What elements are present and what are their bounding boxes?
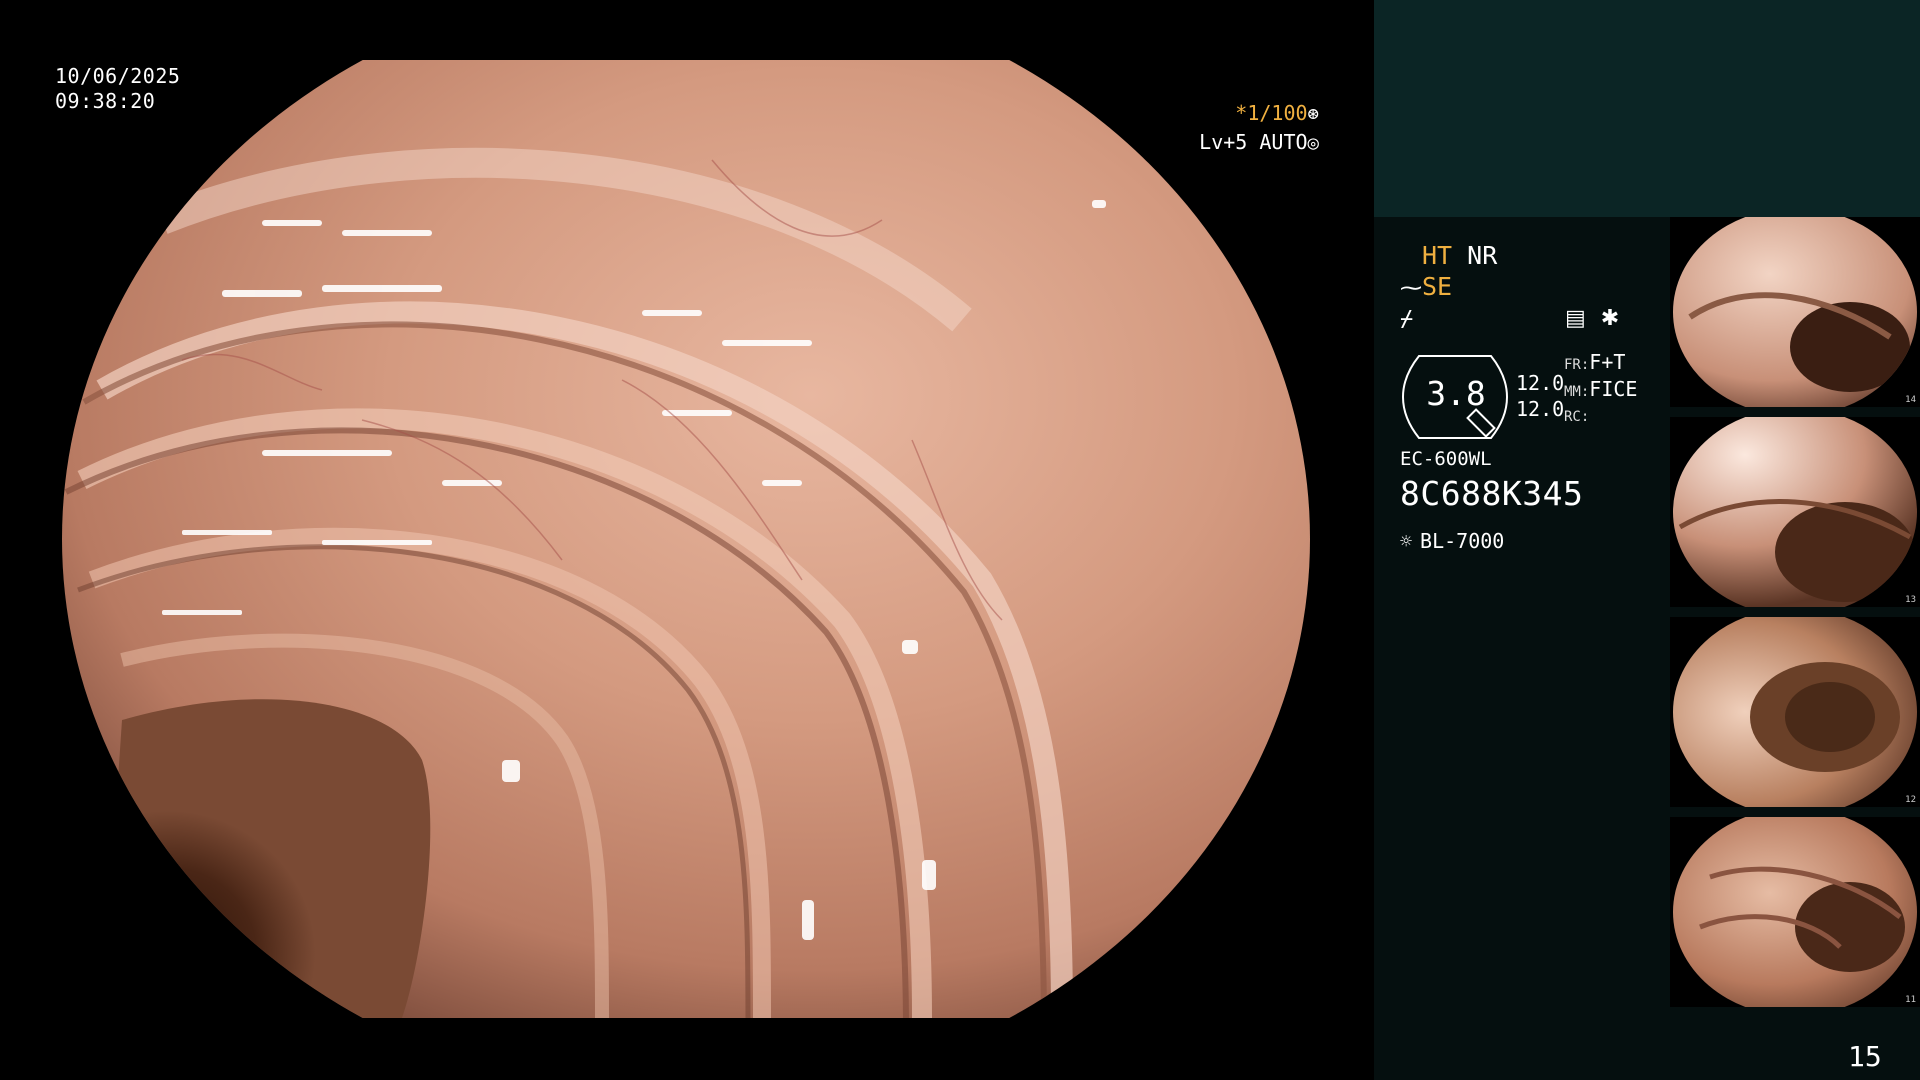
fr-label: FR: (1564, 357, 1590, 373)
light-source-icon: ☼ (1400, 529, 1413, 553)
capture-date: 10/06/2025 (55, 64, 181, 88)
mode-indicators: HT NR ⁓SE ⌿ (1400, 240, 1660, 333)
status-icons: ▤ ✱ (1565, 306, 1619, 331)
shutter-speed: *1/100 (1235, 101, 1308, 125)
gauge-top-value: 12.0 (1516, 371, 1565, 395)
scope-serial: 8C688K345 (1400, 474, 1584, 513)
mode-se: SE (1422, 272, 1453, 301)
thumbnail-index: 11 (1905, 995, 1916, 1005)
brightness-level: Lv+5 AUTO (1199, 130, 1308, 154)
mode-nr: NR (1467, 241, 1498, 270)
thumbnail-index: 13 (1905, 595, 1916, 605)
mm-label: MM: (1564, 384, 1590, 400)
mm-value: FICE (1589, 377, 1638, 401)
main-endoscope-view (62, 60, 1310, 1018)
datetime-overlay: 10/06/2025 09:38:20 (55, 64, 180, 114)
exposure-overlay: *1/100⊛ Lv+5 AUTO◎ (1199, 99, 1319, 157)
gauge-bottom-value: 12.0 (1516, 397, 1565, 421)
mode-ht: HT (1422, 241, 1453, 270)
thumbnail-1[interactable]: 14 (1670, 217, 1920, 407)
scope-model: EC-600WL (1400, 448, 1492, 470)
thumbnail-4[interactable]: 11 (1670, 817, 1920, 1007)
endoscopy-screen: 10/06/2025 09:38:20 *1/100⊛ Lv+5 AUTO◎ H… (0, 0, 1920, 1080)
freeze-icon: ⌿ (1400, 307, 1414, 332)
light-source: ☼ BL-7000 (1400, 529, 1504, 553)
thumbnail-2[interactable]: 13 (1670, 417, 1920, 607)
capture-time: 09:38:20 (55, 89, 156, 113)
enhance-icon: ⁓ (1400, 276, 1422, 301)
gauge-numbers: 12.0 12.0 (1516, 370, 1564, 422)
fr-value: F+T (1589, 350, 1626, 374)
page-number: 15 (1848, 1040, 1882, 1073)
gauge-labels: FR:F+T MM:FICE RC: (1564, 350, 1637, 429)
gauge-value: 3.8 (1426, 374, 1486, 413)
asterisk-icon: ✱ (1600, 306, 1620, 331)
shutter-icon: ⊛ (1307, 103, 1319, 125)
rc-label: RC: (1564, 409, 1590, 425)
light-source-model: BL-7000 (1420, 529, 1505, 553)
thumbnail-index: 14 (1905, 395, 1916, 405)
thumbnail-index: 12 (1905, 795, 1916, 805)
auto-iris-icon: ◎ (1307, 132, 1319, 154)
menu-icon: ▤ (1565, 306, 1586, 331)
thumbnail-3[interactable]: 12 (1670, 617, 1920, 807)
panel-header (1374, 0, 1920, 217)
